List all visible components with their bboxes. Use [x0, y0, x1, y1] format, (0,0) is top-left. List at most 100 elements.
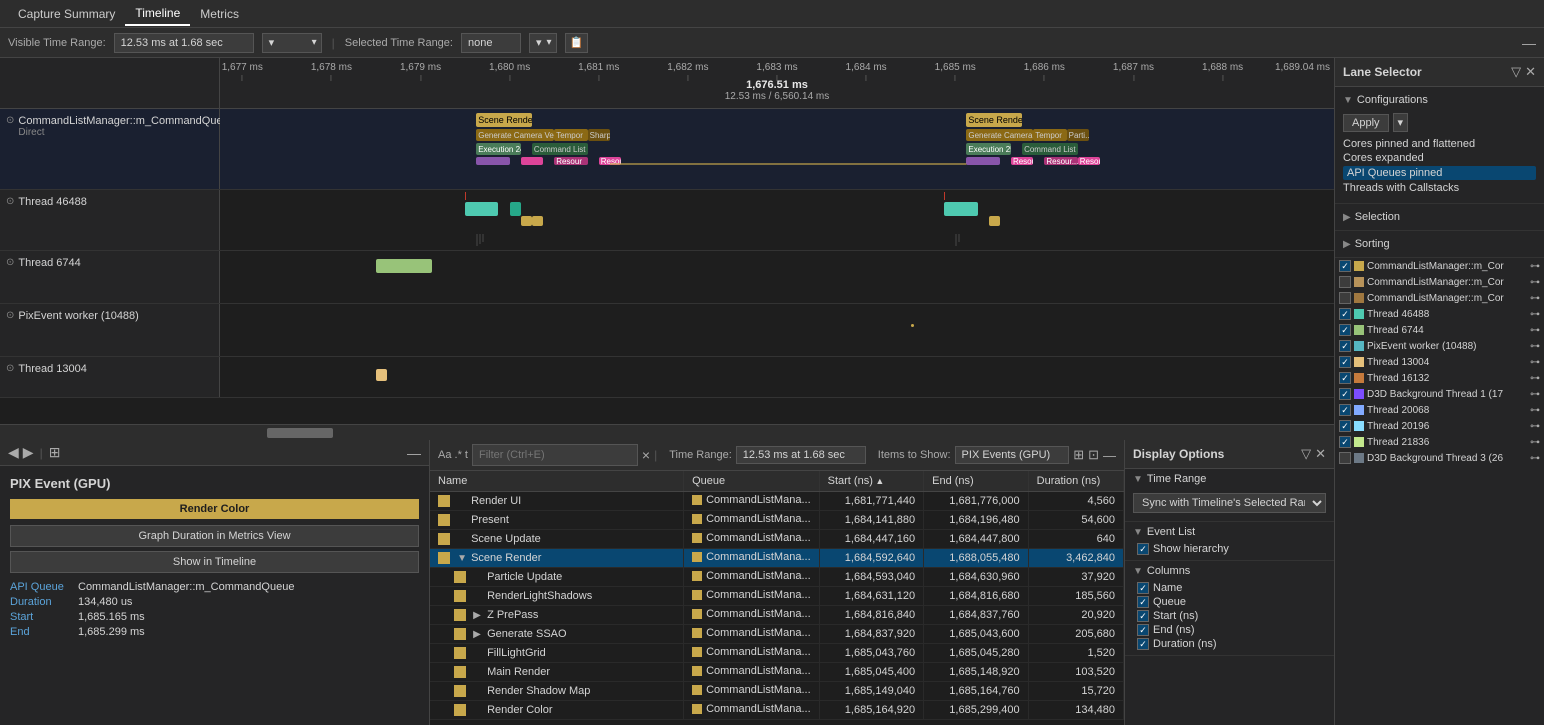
apply-button[interactable]: Apply	[1343, 114, 1389, 132]
row-expand-icon[interactable]: ▼	[457, 553, 467, 564]
render-color-button[interactable]: Render Color	[10, 499, 419, 519]
do-show-hierarchy-checkbox[interactable]: ✓	[1137, 543, 1149, 555]
lane-pin-icon[interactable]: ⊶	[1530, 309, 1540, 320]
selected-time-dropdown[interactable]: ▾	[529, 33, 557, 53]
lane-pin-icon[interactable]: ⊶	[1530, 405, 1540, 416]
lane-pin-icon[interactable]: ⊶	[1530, 261, 1540, 272]
lane-list-item[interactable]: ✓ Thread 20196 ⊶	[1335, 418, 1544, 434]
lane-checkbox[interactable]: ✓	[1339, 356, 1351, 368]
table-row[interactable]: FillLightGrid CommandListMana... 1,685,0…	[430, 644, 1124, 663]
table-row[interactable]: Render Shadow Map CommandListMana... 1,6…	[430, 682, 1124, 701]
config-label[interactable]: Cores expanded	[1343, 152, 1536, 164]
minimize-button[interactable]: —	[1522, 35, 1536, 51]
do-column-checkbox[interactable]: ✓	[1137, 624, 1149, 636]
thread-13004-icon[interactable]: ⊙	[6, 363, 14, 374]
col-header-start[interactable]: Start (ns)	[819, 471, 924, 492]
visible-time-dropdown[interactable]: ▾	[262, 33, 322, 53]
event-table[interactable]: Name Queue Start (ns) End (ns) Duration …	[430, 471, 1124, 725]
lane-list-item[interactable]: ✓ CommandListManager::m_Cor ⊶	[1335, 258, 1544, 274]
lane-pin-icon[interactable]: ⊶	[1530, 293, 1540, 304]
do-column-label[interactable]: End (ns)	[1153, 624, 1195, 636]
lane-checkbox[interactable]: ✓	[1339, 340, 1351, 352]
lane-list[interactable]: ✓ CommandListManager::m_Cor ⊶ CommandLis…	[1335, 258, 1544, 725]
do-column-label[interactable]: Duration (ns)	[1153, 638, 1217, 650]
lane-checkbox[interactable]: ✓	[1339, 324, 1351, 336]
lane-checkbox[interactable]: ✓	[1339, 308, 1351, 320]
lane-list-item[interactable]: D3D Background Thread 3 (26 ⊶	[1335, 450, 1544, 466]
do-show-hierarchy-label[interactable]: Show hierarchy	[1153, 543, 1229, 555]
do-column-label[interactable]: Name	[1153, 582, 1182, 594]
do-column-checkbox[interactable]: ✓	[1137, 610, 1149, 622]
copy-icon-btn[interactable]: 📋	[565, 33, 589, 53]
lane-pin-icon[interactable]: ⊶	[1530, 277, 1540, 288]
table-icon-2[interactable]: ⊡	[1088, 447, 1099, 463]
table-row[interactable]: Present CommandListMana... 1,684,141,880…	[430, 511, 1124, 530]
table-row[interactable]: RenderLightShadows CommandListMana... 1,…	[430, 587, 1124, 606]
graph-metrics-button[interactable]: Graph Duration in Metrics View	[10, 525, 419, 547]
next-button[interactable]: ▶	[23, 444, 34, 461]
configurations-header[interactable]: ▼ Configurations	[1335, 91, 1544, 109]
row-expand-icon[interactable]: ▶	[473, 610, 483, 621]
lane-pin-icon[interactable]: ⊶	[1530, 437, 1540, 448]
lane-checkbox[interactable]: ✓	[1339, 420, 1351, 432]
display-options-filter-icon[interactable]: ▽	[1301, 446, 1311, 462]
lane-checkbox[interactable]: ✓	[1339, 372, 1351, 384]
show-timeline-button[interactable]: Show in Timeline	[10, 551, 419, 573]
lane-selector-close-icon[interactable]: ✕	[1525, 64, 1536, 80]
pixevent-icon[interactable]: ⊙	[6, 310, 14, 321]
table-row[interactable]: Particle Update CommandListMana... 1,684…	[430, 568, 1124, 587]
timeline-scrollbar[interactable]	[0, 424, 1334, 440]
nav-metrics[interactable]: Metrics	[190, 3, 249, 25]
do-column-checkbox[interactable]: ✓	[1137, 638, 1149, 650]
col-header-end[interactable]: End (ns)	[924, 471, 1029, 492]
table-icon-1[interactable]: ⊞	[1073, 447, 1084, 463]
filter-toggles[interactable]: Aa .* t	[438, 449, 468, 461]
table-row[interactable]: Main Render CommandListMana... 1,685,045…	[430, 663, 1124, 682]
time-range-value[interactable]: 12.53 ms at 1.68 sec	[736, 446, 866, 464]
grid-view-button[interactable]: ⊞	[49, 444, 61, 461]
config-label[interactable]: Threads with Callstacks	[1343, 182, 1536, 194]
display-options-close-icon[interactable]: ✕	[1315, 446, 1326, 462]
lane-pin-icon[interactable]: ⊶	[1530, 341, 1540, 352]
lane-list-item[interactable]: ✓ Thread 6744 ⊶	[1335, 322, 1544, 338]
lane-checkbox[interactable]: ✓	[1339, 260, 1351, 272]
do-column-checkbox[interactable]: ✓	[1137, 596, 1149, 608]
table-row[interactable]: ▶Generate SSAO CommandListMana... 1,684,…	[430, 625, 1124, 644]
lane-list-item[interactable]: ✓ Thread 46488 ⊶	[1335, 306, 1544, 322]
do-column-label[interactable]: Start (ns)	[1153, 610, 1198, 622]
sorting-header[interactable]: ▶ Sorting	[1335, 235, 1544, 253]
lane-checkbox[interactable]: ✓	[1339, 388, 1351, 400]
config-dropdown-button[interactable]: ▾	[1393, 113, 1409, 132]
do-time-range-select[interactable]: Sync with Timeline's Selected Range	[1133, 493, 1326, 513]
thread-6744-track[interactable]	[220, 251, 1334, 303]
row-expand-icon[interactable]: ▶	[473, 629, 483, 640]
timeline-scroll-thumb[interactable]	[267, 428, 334, 438]
lane-checkbox[interactable]: ✓	[1339, 436, 1351, 448]
table-row[interactable]: ▶Z PrePass CommandListMana... 1,684,816,…	[430, 606, 1124, 625]
col-header-name[interactable]: Name	[430, 471, 684, 492]
lane-list-item[interactable]: CommandListManager::m_Cor ⊶	[1335, 290, 1544, 306]
selection-header[interactable]: ▶ Selection	[1335, 208, 1544, 226]
table-row[interactable]: ▼Scene Render CommandListMana... 1,684,5…	[430, 549, 1124, 568]
lane-pin-icon[interactable]: ⊶	[1530, 357, 1540, 368]
lane-selector-filter-icon[interactable]: ▽	[1511, 64, 1521, 80]
filter-input[interactable]	[472, 444, 638, 466]
timeline-lanes[interactable]: ⊙ CommandListManager::m_CommandQueue Dir…	[0, 109, 1334, 424]
col-header-queue[interactable]: Queue	[684, 471, 820, 492]
lane-list-item[interactable]: ✓ Thread 21836 ⊶	[1335, 434, 1544, 450]
lane-list-item[interactable]: ✓ Thread 16132 ⊶	[1335, 370, 1544, 386]
lane-pin-icon[interactable]: ⊶	[1530, 421, 1540, 432]
lane-checkbox[interactable]	[1339, 292, 1351, 304]
selected-time-input[interactable]	[461, 33, 521, 53]
thread-13004-track[interactable]	[220, 357, 1334, 397]
visible-time-input[interactable]	[114, 33, 254, 53]
do-column-checkbox[interactable]: ✓	[1137, 582, 1149, 594]
items-select[interactable]: PIX Events (GPU)	[955, 446, 1070, 464]
config-label[interactable]: Cores pinned and flattened	[1343, 138, 1536, 150]
panel-minimize-button[interactable]: —	[407, 445, 421, 461]
config-label[interactable]: API Queues pinned	[1343, 166, 1536, 180]
filter-clear-button[interactable]: ×	[642, 447, 650, 463]
col-header-duration[interactable]: Duration (ns)	[1028, 471, 1123, 492]
lane-checkbox[interactable]: ✓	[1339, 404, 1351, 416]
do-time-range-header[interactable]: ▼ Time Range	[1133, 473, 1326, 485]
